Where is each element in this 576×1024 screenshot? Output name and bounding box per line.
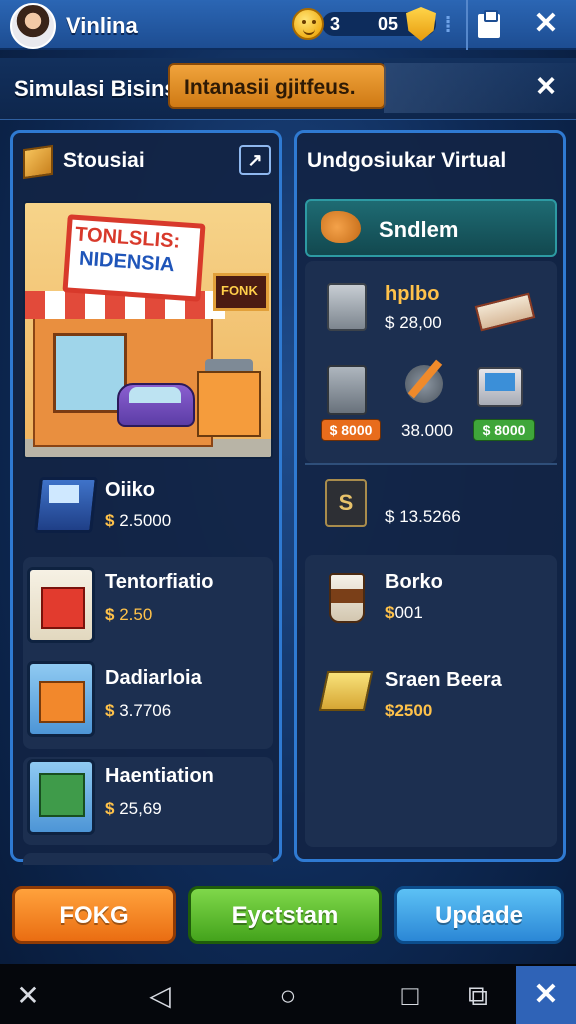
car-window bbox=[129, 387, 181, 403]
update-button[interactable]: Updade bbox=[394, 886, 564, 944]
shop-window bbox=[53, 333, 127, 413]
topbar-divider bbox=[466, 0, 468, 50]
box-icon bbox=[23, 144, 53, 180]
store-panel-title: Stousiai bbox=[63, 149, 145, 172]
add-currency-icon[interactable]: ⁞ bbox=[438, 10, 458, 40]
list-item-name[interactable]: Dadiarloia bbox=[105, 667, 202, 690]
store-panel: Stousiai ↗ TONLSLIS: NIDENSIA FONK Oiiko… bbox=[10, 130, 282, 865]
shop-illustration[interactable]: TONLSLIS: NIDENSIA FONK bbox=[23, 201, 273, 459]
featured-item-price: $ 2.5000 bbox=[105, 511, 172, 530]
stock-icon[interactable]: S bbox=[325, 479, 367, 527]
shop-side-sign-text: FONK bbox=[221, 283, 258, 298]
page-title: Simulasi Bisins bbox=[14, 76, 177, 101]
username: Vinlina bbox=[66, 13, 138, 38]
coffee-cup-band bbox=[331, 589, 363, 603]
active-tools-icon[interactable]: ✕ bbox=[516, 966, 576, 1024]
tools-item-price: $ 28,00 bbox=[385, 313, 442, 332]
gift-icon bbox=[41, 587, 85, 629]
back-icon[interactable]: ◁ bbox=[140, 976, 180, 1016]
virtual-panel: Undgosiukar Virtual Sndlem hplbo $ 28,00… bbox=[294, 130, 566, 862]
list-item-name[interactable]: Haentiation bbox=[105, 765, 214, 788]
price-tag[interactable]: $ 8000 bbox=[473, 419, 535, 441]
list-item-partial bbox=[23, 853, 273, 865]
avatar[interactable] bbox=[10, 3, 56, 49]
calculator-icon[interactable] bbox=[327, 365, 367, 415]
gems-value: 05 bbox=[378, 14, 399, 34]
list-item-name[interactable]: Borko bbox=[385, 571, 443, 594]
smile-coin-icon bbox=[292, 8, 324, 40]
hand-money-icon bbox=[321, 211, 361, 243]
sub-header: Simulasi Bisins Intanasii gjitfeus. × bbox=[0, 58, 576, 120]
close-icon[interactable]: × bbox=[526, 66, 566, 106]
tools-icon[interactable]: ✕ bbox=[8, 976, 48, 1016]
info-banner-text: Intanasii gjitfeus. bbox=[184, 76, 356, 99]
price-tag: 38.000 bbox=[401, 421, 453, 440]
list-item-name[interactable]: Sraen Beera bbox=[385, 669, 502, 692]
tools-item-name[interactable]: hplbo bbox=[385, 283, 439, 306]
coins-value: 3 bbox=[330, 14, 341, 34]
tools-icon[interactable]: ✕ bbox=[528, 6, 564, 42]
fokg-button[interactable]: FOKG bbox=[12, 886, 176, 944]
list-item-price: $001 bbox=[385, 603, 423, 622]
ticket-icon bbox=[318, 671, 374, 711]
list-item-price: $ 25,69 bbox=[105, 799, 162, 818]
laptop-screen bbox=[485, 373, 515, 391]
gift-icon bbox=[39, 773, 85, 817]
list-item-price: $ 2.50 bbox=[105, 605, 153, 624]
price-tag[interactable]: $ 8000 bbox=[321, 419, 381, 441]
virtual-panel-title: Undgosiukar Virtual bbox=[307, 149, 507, 172]
safe-icon[interactable] bbox=[327, 283, 367, 331]
divider bbox=[305, 463, 557, 465]
cash-register-screen bbox=[49, 485, 79, 503]
featured-item-name[interactable]: Oiiko bbox=[105, 479, 155, 502]
edit-icon[interactable]: ↗ bbox=[239, 145, 271, 175]
system-button[interactable]: Eyctstam bbox=[188, 886, 382, 944]
screenshot-icon[interactable]: ⧉ bbox=[458, 976, 498, 1016]
category-banner-label: Sndlem bbox=[379, 217, 459, 242]
home-icon[interactable]: ○ bbox=[268, 976, 308, 1016]
gift-icon bbox=[39, 681, 85, 723]
list-item-price: $ 3.7706 bbox=[105, 701, 172, 720]
list-item-name[interactable]: Tentorfiatio bbox=[105, 571, 214, 594]
list-item-price: $2500 bbox=[385, 701, 433, 720]
info-banner[interactable]: Intanasii gjitfeus. bbox=[168, 63, 386, 109]
pen-icon[interactable] bbox=[405, 365, 443, 403]
clipboard-icon[interactable] bbox=[474, 8, 504, 42]
stock-price: $ 13.5266 bbox=[385, 507, 461, 526]
kiosk-counter bbox=[197, 371, 261, 437]
recents-icon[interactable]: □ bbox=[390, 976, 430, 1016]
